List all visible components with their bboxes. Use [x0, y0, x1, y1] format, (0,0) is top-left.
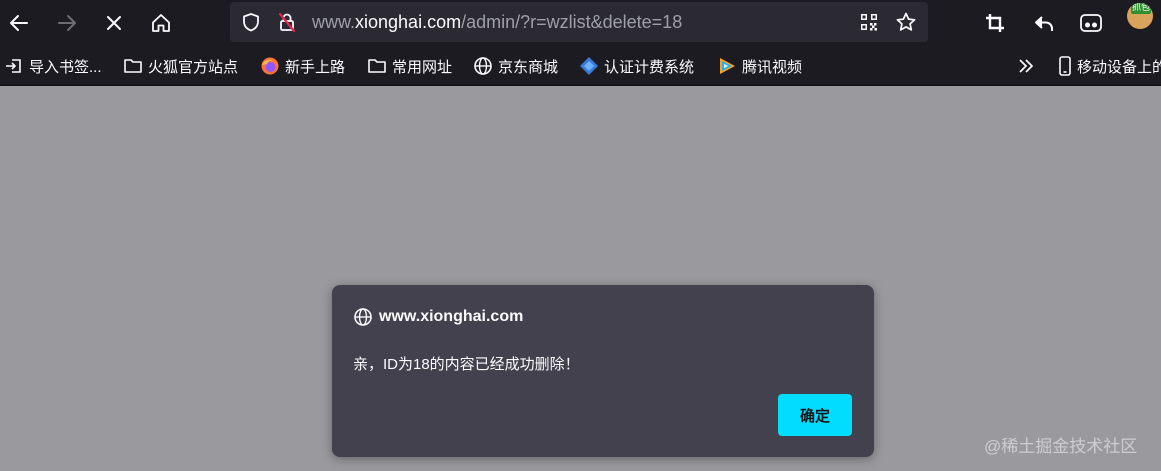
- browser-toolbar: www.xionghai.com/admin/?r=wzlist&delete=…: [0, 0, 1161, 46]
- profile-avatar[interactable]: 抓包: [1127, 3, 1153, 29]
- bookmark-mobile[interactable]: 移动设备上的: [1055, 55, 1161, 77]
- mask-icon[interactable]: [1074, 6, 1108, 40]
- url-path: /admin/?r=wzlist&delete=18: [461, 12, 683, 32]
- globe-icon: [473, 56, 493, 76]
- bookmark-jd-mall[interactable]: 京东商城: [473, 55, 558, 77]
- globe-icon: [353, 307, 373, 327]
- stop-icon[interactable]: [97, 6, 131, 40]
- profile-badge: 抓包: [1131, 3, 1151, 14]
- watermark: @稀土掘金技术社区: [984, 437, 1138, 456]
- bookmark-import[interactable]: 导入书签...: [4, 55, 102, 77]
- forward-arrow-icon[interactable]: [50, 6, 84, 40]
- bookmark-common-urls[interactable]: 常用网址: [367, 55, 452, 77]
- crop-icon[interactable]: [978, 6, 1012, 40]
- bookmark-label: 火狐官方站点: [148, 58, 239, 76]
- bookmark-label: 移动设备上的: [1077, 58, 1161, 76]
- url-bar[interactable]: www.xionghai.com/admin/?r=wzlist&delete=…: [230, 2, 928, 42]
- dialog-message: 亲，ID为18的内容已经成功删除！: [353, 356, 580, 373]
- bookmark-label: 常用网址: [392, 58, 453, 76]
- insecure-lock-icon[interactable]: [276, 11, 298, 33]
- bookmark-label: 京东商城: [498, 58, 559, 76]
- dialog-origin: www.xionghai.com: [353, 307, 523, 327]
- qr-code-icon[interactable]: [858, 11, 880, 33]
- alert-dialog: www.xionghai.com 亲，ID为18的内容已经成功删除！ 确定: [332, 285, 874, 457]
- undo-icon[interactable]: [1027, 6, 1061, 40]
- import-icon: [4, 56, 24, 76]
- diamond-icon: [579, 56, 599, 76]
- folder-icon: [123, 56, 143, 76]
- url-prefix: www.: [312, 12, 356, 32]
- bookmark-firefox-site[interactable]: 火狐官方站点: [123, 55, 238, 77]
- video-icon: [717, 56, 737, 76]
- ok-button[interactable]: 确定: [778, 394, 852, 436]
- firefox-icon: [260, 56, 280, 76]
- bookmark-label: 腾讯视频: [742, 58, 803, 76]
- dialog-origin-text: www.xionghai.com: [379, 308, 524, 325]
- bookmark-auth-billing[interactable]: 认证计费系统: [579, 55, 694, 77]
- url-text[interactable]: www.xionghai.com/admin/?r=wzlist&delete=…: [312, 11, 682, 33]
- back-arrow-icon[interactable]: [2, 6, 36, 40]
- home-icon[interactable]: [144, 6, 178, 40]
- bookmark-tencent-video[interactable]: 腾讯视频: [717, 55, 802, 77]
- phone-icon: [1055, 56, 1075, 76]
- shield-icon[interactable]: [240, 11, 262, 33]
- chevron-double-right-icon[interactable]: [1016, 55, 1036, 77]
- folder-icon: [367, 56, 387, 76]
- bookmark-label: 新手上路: [285, 58, 346, 76]
- star-icon[interactable]: [895, 11, 917, 33]
- url-host: xionghai.com: [355, 12, 462, 32]
- bookmarks-bar: 导入书签... 火狐官方站点 新手上路 常用网址 京东商城 认证计费系统 腾讯视…: [0, 46, 1161, 86]
- bookmark-label: 导入书签...: [29, 58, 102, 76]
- bookmark-label: 认证计费系统: [604, 58, 695, 76]
- bookmark-getting-started[interactable]: 新手上路: [260, 55, 345, 77]
